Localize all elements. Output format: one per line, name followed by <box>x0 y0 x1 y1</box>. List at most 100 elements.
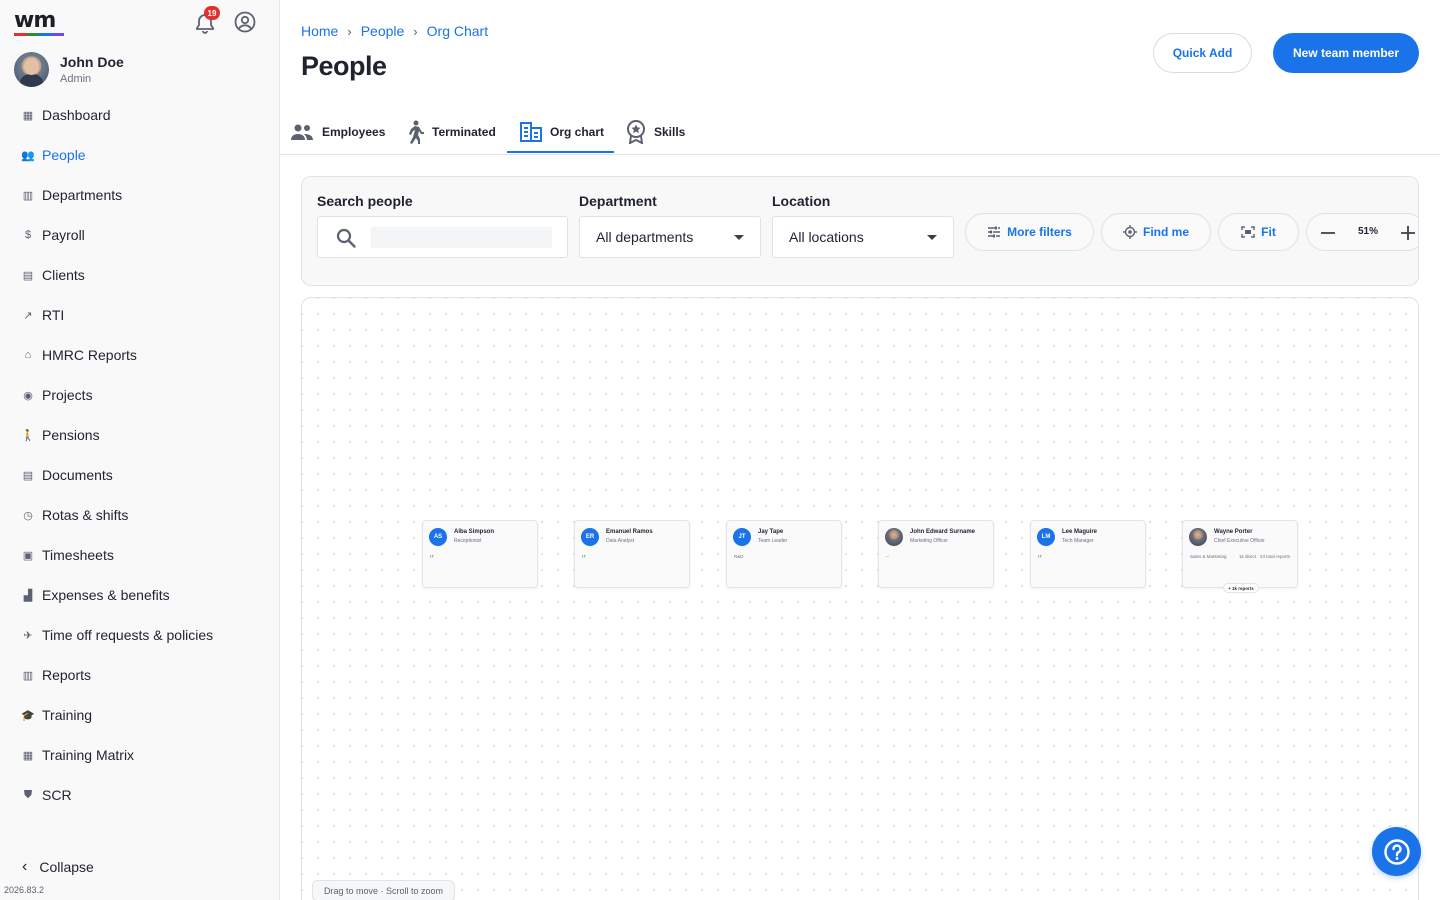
pensions-icon: 🚶 <box>21 429 35 442</box>
zoom-in-button[interactable] <box>1397 222 1418 244</box>
department-select[interactable]: All departments <box>579 216 761 258</box>
org-card-name: Wayne Porter <box>1214 529 1253 535</box>
expenses-icon: ▟ <box>23 589 33 602</box>
org-card-name: Emanuel Ramos <box>606 529 653 535</box>
tab-terminated[interactable]: Terminated <box>404 110 496 153</box>
graduation-icon: 🎓 <box>21 709 35 722</box>
sidebar-item-departments[interactable]: ▥ Departments <box>0 175 279 215</box>
matrix-icon: ▦ <box>22 749 34 762</box>
org-card-name: John Edward Surname <box>910 529 976 535</box>
breadcrumb-home[interactable]: Home <box>301 23 338 39</box>
walking-icon <box>409 120 424 144</box>
more-filters-button[interactable]: More filters <box>965 213 1094 251</box>
sidebar-item-clients[interactable]: ▤ Clients <box>0 255 279 295</box>
org-card-department: Sales & Marketing <box>1190 554 1227 559</box>
notification-count-badge: 19 <box>204 6 220 20</box>
org-card-avatar: JT <box>733 528 751 546</box>
chevron-right-icon: › <box>347 23 352 39</box>
org-card-title: Team Leader <box>758 538 788 544</box>
sidebar-item-scr[interactable]: ⛊ SCR <box>0 775 279 815</box>
filter-bar: Search people Department All departments… <box>301 176 1419 286</box>
logo-color-segment <box>39 33 52 36</box>
new-team-member-button[interactable]: New team member <box>1273 33 1419 73</box>
sidebar-item-reports[interactable]: ▥ Reports <box>0 655 279 695</box>
org-chart-canvas[interactable]: AS Alba Simpson Receptionist IT ER Emanuel Ra… <box>301 297 1419 900</box>
sidebar-item-label: Departments <box>42 187 123 203</box>
sidebar-item-pensions[interactable]: 🚶 Pensions <box>0 415 279 455</box>
page-title: People <box>301 51 387 81</box>
org-card-department: -- <box>886 554 889 559</box>
sidebar-item-label: Payroll <box>42 227 85 243</box>
dashboard-icon: ▦ <box>22 109 34 122</box>
projects-icon: ◉ <box>23 389 33 402</box>
sidebar-item-rotas-shifts[interactable]: ◷ Rotas & shifts <box>0 495 279 535</box>
org-card-avatar <box>1189 528 1207 546</box>
location-select[interactable]: All locations <box>772 216 954 258</box>
more-filters-label: More filters <box>1007 225 1072 239</box>
people-icon <box>291 124 313 140</box>
org-card-avatar: ER <box>581 528 599 546</box>
tab-employees[interactable]: Employees <box>290 110 385 153</box>
user-profile[interactable]: John Doe Admin <box>14 52 124 87</box>
org-card[interactable]: Wayne Porter Chief Executive Officer Sales… <box>1182 520 1298 593</box>
collapse-sidebar-button[interactable]: ‹ Collapse <box>22 858 94 876</box>
account-circle-icon[interactable] <box>233 10 257 34</box>
sidebar-item-people[interactable]: 👥 People <box>0 135 279 175</box>
sidebar-item-label: Pensions <box>42 427 100 443</box>
documents-icon: ▤ <box>22 469 34 482</box>
search-people-input[interactable] <box>371 227 552 248</box>
breadcrumb-people[interactable]: People <box>361 23 405 39</box>
breadcrumb-org-chart[interactable]: Org Chart <box>427 23 488 39</box>
zoom-out-button[interactable] <box>1317 222 1339 244</box>
fit-screen-icon <box>1241 226 1255 238</box>
sidebar-item-projects[interactable]: ◉ Projects <box>0 375 279 415</box>
org-card[interactable]: JT Jay Tape Team Leader R&D <box>726 520 842 588</box>
org-card[interactable]: ER Emanuel Ramos Data Analyst IT <box>574 520 690 588</box>
org-card-department: IT <box>1038 554 1042 559</box>
plane-icon: ✈ <box>23 629 33 642</box>
logo-color-segment <box>51 33 64 36</box>
search-box <box>317 216 568 258</box>
logo-color-segment <box>26 33 39 36</box>
department-label: Department <box>579 193 657 209</box>
expand-reports-button[interactable]: + 1k reports <box>1223 583 1259 593</box>
org-card[interactable]: AS Alba Simpson Receptionist IT <box>422 520 538 588</box>
user-role: Admin <box>60 73 92 85</box>
sidebar-item-dashboard[interactable]: ▦ Dashboard <box>0 95 279 135</box>
main-content: Home › People › Org Chart People Quick A… <box>280 0 1440 900</box>
fit-label: Fit <box>1261 225 1276 239</box>
org-card-title: Data Analyst <box>606 538 635 544</box>
collapse-label: Collapse <box>39 859 94 875</box>
app-logo[interactable]: wm <box>14 10 66 36</box>
org-card[interactable]: LM Lee Maguire Tech Manager IT <box>1030 520 1146 588</box>
badge-icon <box>627 119 645 144</box>
tab-skills[interactable]: Skills <box>626 110 685 153</box>
tab-org-chart[interactable]: Org chart <box>520 110 604 153</box>
sidebar-item-timesheets[interactable]: ▣ Timesheets <box>0 535 279 575</box>
quick-add-button[interactable]: Quick Add <box>1153 33 1252 73</box>
sidebar-item-documents[interactable]: ▤ Documents <box>0 455 279 495</box>
sidebar-item-time-off-requests-policies[interactable]: ✈ Time off requests & policies <box>0 615 279 655</box>
sidebar-item-rti[interactable]: ↗ RTI <box>0 295 279 335</box>
canvas-hint: Drag to move · Scroll to zoom <box>312 880 456 900</box>
org-card-avatar: AS <box>429 528 447 546</box>
people-tabs: Employees Terminated Org chart Skills <box>280 110 1440 155</box>
org-card[interactable]: John Edward Surname Marketing Officer -- <box>878 520 994 588</box>
sidebar-item-label: Expenses & benefits <box>42 587 170 603</box>
sidebar-item-training-matrix[interactable]: ▦ Training Matrix <box>0 735 279 775</box>
org-card-name: Lee Maguire <box>1062 529 1098 535</box>
sidebar-item-training[interactable]: 🎓 Training <box>0 695 279 735</box>
chevron-left-icon: ‹ <box>22 858 28 875</box>
org-card-title: Receptionist <box>454 538 482 544</box>
find-me-button[interactable]: Find me <box>1101 213 1211 251</box>
department-value: All departments <box>596 229 694 245</box>
sidebar-item-hmrc-reports[interactable]: ⌂ HMRC Reports <box>0 335 279 375</box>
plus-icon <box>1401 226 1415 240</box>
fit-button[interactable]: Fit <box>1218 213 1299 251</box>
sidebar-item-expenses-benefits[interactable]: ▟ Expenses & benefits <box>0 575 279 615</box>
sidebar-item-payroll[interactable]: $ Payroll <box>0 215 279 255</box>
help-button[interactable] <box>1372 827 1421 876</box>
sidebar-item-label: Clients <box>42 267 85 283</box>
sidebar-nav: ▦ Dashboard 👥 People ▥ Departments $ Payroll ▤ Cl… <box>0 95 279 815</box>
sidebar-item-label: RTI <box>42 307 65 323</box>
